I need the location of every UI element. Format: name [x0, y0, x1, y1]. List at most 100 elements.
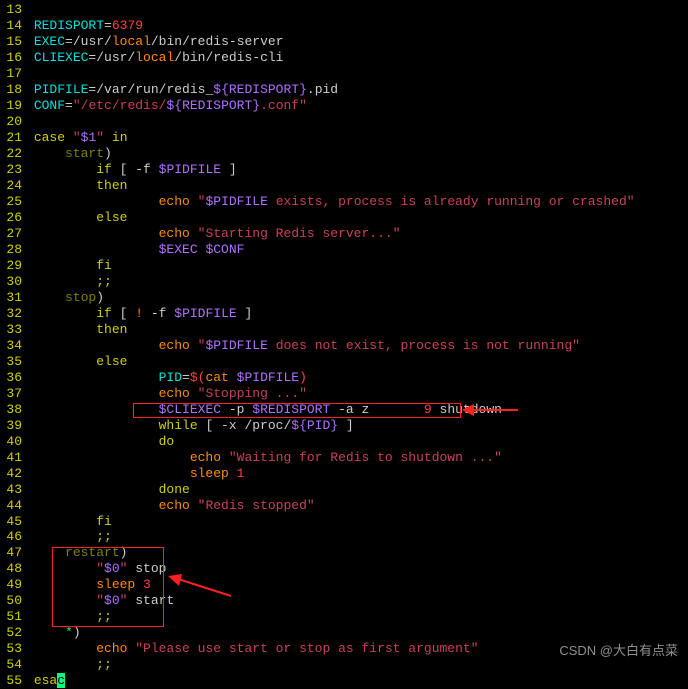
code-content: echo "Stopping ...": [26, 386, 307, 402]
code-line: 21 case "$1" in: [0, 130, 688, 146]
code-content: CONF="/etc/redis/${REDISPORT}.conf": [26, 98, 307, 114]
code-line: 37 echo "Stopping ...": [0, 386, 688, 402]
code-content: "$0" start: [26, 593, 174, 609]
code-line: 45 fi: [0, 514, 688, 530]
code-content: start): [26, 146, 112, 162]
code-content: restart): [26, 545, 127, 561]
code-line: 19 CONF="/etc/redis/${REDISPORT}.conf": [0, 98, 688, 114]
line-number: 48: [0, 561, 26, 577]
line-number: 51: [0, 609, 26, 625]
code-line: 14 REDISPORT=6379: [0, 18, 688, 34]
line-number: 43: [0, 482, 26, 498]
code-line: 39 while [ -x /proc/${PID} ]: [0, 418, 688, 434]
line-number: 46: [0, 529, 26, 545]
code-line: 42 sleep 1: [0, 466, 688, 482]
code-content: while [ -x /proc/${PID} ]: [26, 418, 354, 434]
line-number: 28: [0, 242, 26, 258]
line-number: 30: [0, 274, 26, 290]
line-number: 42: [0, 466, 26, 482]
code-line: 28 $EXEC $CONF: [0, 242, 688, 258]
code-content: fi: [26, 258, 112, 274]
code-line: 55 esac: [0, 673, 688, 689]
line-number: 24: [0, 178, 26, 194]
code-content: ;;: [26, 609, 112, 625]
code-line: 35 else: [0, 354, 688, 370]
code-content: if [ -f $PIDFILE ]: [26, 162, 237, 178]
code-line: 54 ;;: [0, 657, 688, 673]
code-content: ;;: [26, 657, 112, 673]
line-number: 26: [0, 210, 26, 226]
code-content: EXEC=/usr/local/bin/redis-server: [26, 34, 284, 50]
line-number: 37: [0, 386, 26, 402]
code-content: *): [26, 625, 81, 641]
line-number: 44: [0, 498, 26, 514]
code-line: 18 PIDFILE=/var/run/redis_${REDISPORT}.p…: [0, 82, 688, 98]
code-content: esac: [26, 673, 65, 689]
code-line: 17: [0, 66, 688, 82]
line-number: 54: [0, 657, 26, 673]
line-number: 21: [0, 130, 26, 146]
line-number: 22: [0, 146, 26, 162]
code-content: echo "Waiting for Redis to shutdown ...": [26, 450, 502, 466]
line-number: 38: [0, 402, 26, 418]
code-line: 48 "$0" stop: [0, 561, 688, 577]
code-line: 52 *): [0, 625, 688, 641]
watermark: CSDN @大白有点菜: [559, 643, 678, 659]
line-number: 55: [0, 673, 26, 689]
code-line: 51 ;;: [0, 609, 688, 625]
code-content: ;;: [26, 529, 112, 545]
line-number: 27: [0, 226, 26, 242]
code-line: 30 ;;: [0, 274, 688, 290]
code-content: else: [26, 354, 127, 370]
line-number: 25: [0, 194, 26, 210]
line-number: 53: [0, 641, 26, 657]
code-content: ;;: [26, 274, 112, 290]
code-content: sleep 1: [26, 466, 244, 482]
code-content: "$0" stop: [26, 561, 166, 577]
code-line: 47 restart): [0, 545, 688, 561]
code-line: 29 fi: [0, 258, 688, 274]
line-number: 45: [0, 514, 26, 530]
code-content: PIDFILE=/var/run/redis_${REDISPORT}.pid: [26, 82, 338, 98]
code-line: 32 if [ ! -f $PIDFILE ]: [0, 306, 688, 322]
code-content: do: [26, 434, 174, 450]
code-content: then: [26, 178, 127, 194]
code-content: REDISPORT=6379: [26, 18, 143, 34]
code-line: 33 then: [0, 322, 688, 338]
line-number: 13: [0, 2, 26, 18]
code-line: 25 echo "$PIDFILE exists, process is alr…: [0, 194, 688, 210]
code-content: $CLIEXEC -p $REDISPORT -a z 9 shutdown: [26, 402, 502, 418]
code-line: 13: [0, 2, 688, 18]
code-line: 31 stop): [0, 290, 688, 306]
line-number: 50: [0, 593, 26, 609]
code-content: echo "$PIDFILE exists, process is alread…: [26, 194, 635, 210]
line-number: 18: [0, 82, 26, 98]
line-number: 41: [0, 450, 26, 466]
code-content: else: [26, 210, 127, 226]
code-content: echo "Redis stopped": [26, 498, 315, 514]
code-line: 27 echo "Starting Redis server...": [0, 226, 688, 242]
code-line: 38 $CLIEXEC -p $REDISPORT -a z 9 shutdow…: [0, 402, 688, 418]
line-number: 17: [0, 66, 26, 82]
code-content: $EXEC $CONF: [26, 242, 244, 258]
code-line: 49 sleep 3: [0, 577, 688, 593]
code-content: echo "Please use start or stop as first …: [26, 641, 479, 657]
code-content: fi: [26, 514, 112, 530]
code-content: sleep 3: [26, 577, 151, 593]
line-number: 19: [0, 98, 26, 114]
code-line: 20: [0, 114, 688, 130]
code-line: 44 echo "Redis stopped": [0, 498, 688, 514]
line-number: 23: [0, 162, 26, 178]
line-number: 39: [0, 418, 26, 434]
code-line: 15 EXEC=/usr/local/bin/redis-server: [0, 34, 688, 50]
code-area: 1314 REDISPORT=637915 EXEC=/usr/local/bi…: [0, 0, 688, 689]
line-number: 16: [0, 50, 26, 66]
code-line: 23 if [ -f $PIDFILE ]: [0, 162, 688, 178]
code-line: 50 "$0" start: [0, 593, 688, 609]
line-number: 31: [0, 290, 26, 306]
line-number: 32: [0, 306, 26, 322]
code-content: stop): [26, 290, 104, 306]
code-content: then: [26, 322, 127, 338]
line-number: 29: [0, 258, 26, 274]
line-number: 15: [0, 34, 26, 50]
